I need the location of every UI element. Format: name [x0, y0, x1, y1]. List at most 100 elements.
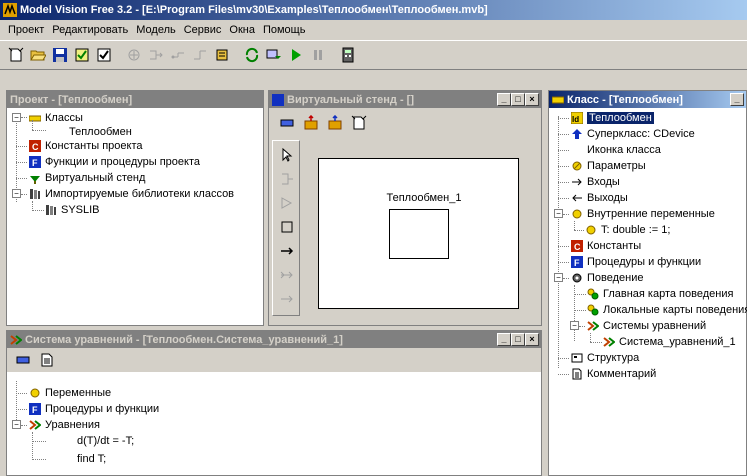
minimize-button[interactable]: _: [497, 93, 511, 106]
block-label: Теплообмен_1: [386, 192, 462, 204]
build-button[interactable]: [212, 45, 232, 65]
tree-item-equation-system-1[interactable]: Система_уравнений_1: [603, 334, 736, 350]
stand-remove-button[interactable]: [325, 113, 345, 133]
view-icon: [280, 119, 294, 127]
tree-item-procedures[interactable]: F Процедуры и функции: [29, 401, 159, 417]
project-panel-title[interactable]: Проект - [Теплообмен]: [7, 91, 263, 108]
stand-view-button[interactable]: [277, 113, 297, 133]
add-class-button[interactable]: [124, 45, 144, 65]
tree-item-variables[interactable]: Переменные: [29, 385, 111, 401]
tree-item-local-behavior-maps[interactable]: Локальные карты поведения: [587, 302, 747, 318]
tree-item-parameters[interactable]: Параметры: [571, 158, 646, 174]
tree-item-syslib[interactable]: SYSLIB: [45, 202, 100, 218]
menu-service[interactable]: Сервис: [180, 24, 226, 36]
tree-item-equations[interactable]: Уравнения: [29, 417, 100, 433]
equation-line-1[interactable]: d(T)/dt = -T;: [77, 433, 134, 449]
svg-text:C: C: [32, 142, 39, 152]
equations-doc-button[interactable]: [37, 350, 57, 370]
menu-bar: Проект Редактировать Модель Сервис Окна …: [0, 20, 747, 39]
connection-tool[interactable]: [277, 289, 297, 309]
tree-item-virtual-stand[interactable]: Виртуальный стенд: [29, 170, 145, 186]
save-button[interactable]: [50, 45, 70, 65]
device-block[interactable]: [389, 209, 449, 259]
add-link-button[interactable]: [168, 45, 188, 65]
stand-canvas[interactable]: Теплообмен_1: [318, 158, 519, 309]
minimize-button[interactable]: _: [497, 333, 511, 346]
equations-view-button[interactable]: [13, 350, 33, 370]
svg-text:Id: Id: [572, 115, 579, 124]
expand-internal-vars[interactable]: −: [554, 209, 563, 218]
flow-arrow-icon: [280, 271, 293, 279]
tree-item-project-functions[interactable]: F Функции и процедуры проекта: [29, 154, 200, 170]
add-port-button[interactable]: [146, 45, 166, 65]
pointer-tool[interactable]: [277, 145, 297, 165]
play-icon: [292, 49, 301, 61]
functions-icon: F: [571, 256, 583, 268]
close-button[interactable]: ×: [525, 333, 539, 346]
open-button[interactable]: [28, 45, 48, 65]
checklist-icon: [75, 48, 89, 62]
tree-item-project-constants[interactable]: C Константы проекта: [29, 138, 143, 154]
tree-item-class-name[interactable]: Id Теплообмен: [571, 110, 654, 126]
stand-window-icon: [272, 93, 284, 106]
functions-icon: F: [29, 156, 41, 168]
pause-button[interactable]: [308, 45, 328, 65]
build-icon: [216, 49, 228, 61]
run-button[interactable]: [286, 45, 306, 65]
compile-button[interactable]: [264, 45, 284, 65]
menu-model[interactable]: Модель: [132, 24, 179, 36]
tree-item-class-icon[interactable]: Иконка класса: [587, 142, 661, 158]
new-document-icon: [8, 47, 24, 62]
tree-item-procedures-functions[interactable]: F Процедуры и функции: [571, 254, 701, 270]
tree-item-constants[interactable]: C Константы: [571, 238, 641, 254]
tree-item-main-behavior-map[interactable]: Главная карта поведения: [587, 286, 733, 302]
rectangle-tool[interactable]: [277, 217, 297, 237]
close-button[interactable]: ×: [525, 93, 539, 106]
link-tool[interactable]: [277, 241, 297, 261]
tree-item-superclass[interactable]: Суперкласс: CDevice: [571, 126, 695, 142]
menu-edit[interactable]: Редактировать: [48, 24, 132, 36]
menu-project[interactable]: Проект: [4, 24, 48, 36]
expand-classes[interactable]: −: [12, 113, 21, 122]
functions-icon: F: [29, 403, 41, 415]
tree-item-imported-libraries[interactable]: Импортируемые библиотеки классов: [29, 186, 234, 202]
stand-add-button[interactable]: [301, 113, 321, 133]
equations-panel-title[interactable]: Система уравнений - [Теплообмен.Система_…: [7, 331, 541, 348]
wire-disabled-icon: [194, 50, 206, 60]
minimize-button[interactable]: _: [730, 93, 744, 106]
flow-tool[interactable]: [277, 265, 297, 285]
verify-button[interactable]: [94, 45, 114, 65]
tree-item-variable-t[interactable]: T: double := 1;: [585, 222, 670, 238]
expand-libraries[interactable]: −: [12, 189, 21, 198]
equations-icon: [10, 334, 22, 345]
expand-equations[interactable]: −: [12, 420, 21, 429]
menu-help[interactable]: Помощь: [259, 24, 310, 36]
add-device-icon: [304, 115, 318, 130]
calculator-button[interactable]: [338, 45, 358, 65]
maximize-button[interactable]: □: [511, 93, 525, 106]
constants-icon: C: [571, 240, 583, 252]
tree-item-behavior[interactable]: Поведение: [571, 270, 644, 286]
tree-item-inputs[interactable]: Входы: [571, 174, 620, 190]
expand-behavior[interactable]: −: [554, 273, 563, 282]
class-panel-title[interactable]: Класс - [Теплообмен]: [549, 91, 746, 108]
new-project-button[interactable]: [6, 45, 26, 65]
tree-item-equation-systems[interactable]: Системы уравнений: [587, 318, 706, 334]
refresh-button[interactable]: [242, 45, 262, 65]
class-window-buttons: _: [730, 93, 744, 106]
app-title-bar[interactable]: Model Vision Free 3.2 - [E:\Program File…: [0, 0, 747, 20]
equation-line-2[interactable]: find T;: [77, 451, 106, 467]
maximize-button[interactable]: □: [511, 333, 525, 346]
stand-new-button[interactable]: [349, 113, 369, 133]
expand-equation-systems[interactable]: −: [570, 321, 579, 330]
tree-item-structure[interactable]: Структура: [571, 350, 639, 366]
output-tool[interactable]: [277, 193, 297, 213]
arrow-up-icon: [572, 129, 582, 139]
input-tool[interactable]: [277, 169, 297, 189]
tree-item-comment[interactable]: Комментарий: [571, 366, 656, 382]
tree-item-internal-variables[interactable]: Внутренние переменные: [571, 206, 715, 222]
check-button[interactable]: [72, 45, 92, 65]
menu-windows[interactable]: Окна: [225, 24, 259, 36]
tree-item-outputs[interactable]: Выходы: [571, 190, 628, 206]
add-wire-button[interactable]: [190, 45, 210, 65]
